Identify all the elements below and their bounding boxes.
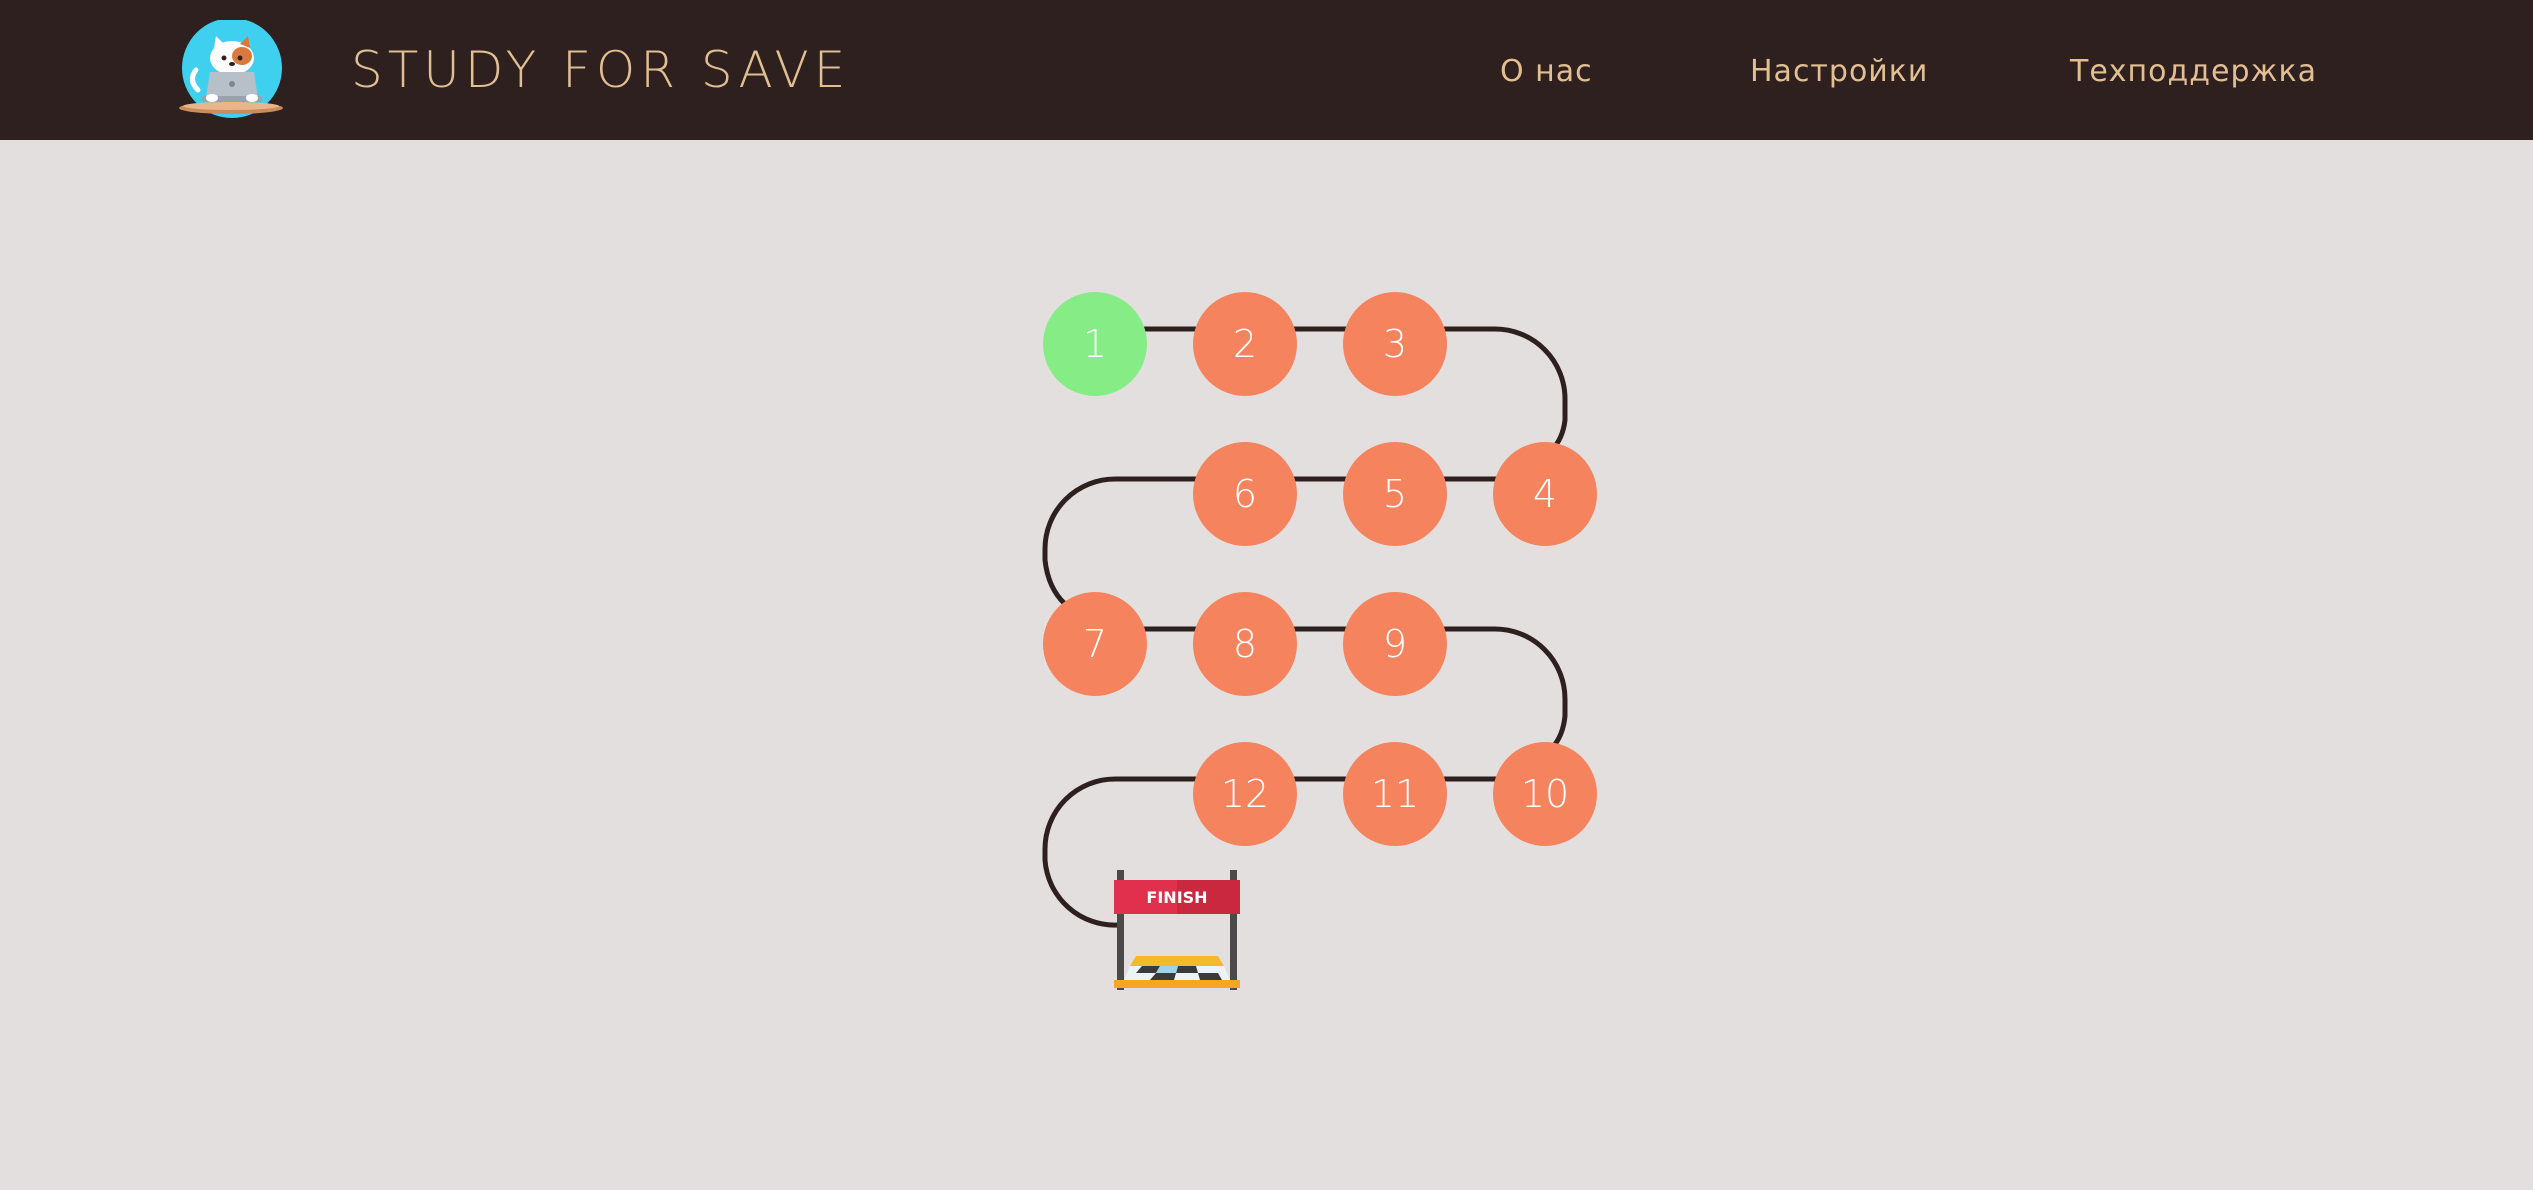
finish-label: FINISH	[1146, 888, 1207, 907]
level-node[interactable]: 1	[1043, 292, 1147, 396]
level-node[interactable]: 6	[1193, 442, 1297, 546]
level-node[interactable]: 10	[1493, 742, 1597, 846]
finish-gate[interactable]: FINISH	[1114, 870, 1240, 990]
level-number: 11	[1371, 772, 1419, 816]
level-node[interactable]: 7	[1043, 592, 1147, 696]
level-number: 7	[1083, 622, 1107, 666]
level-number: 12	[1221, 772, 1269, 816]
finish-base	[1114, 980, 1240, 988]
finish-step	[1130, 956, 1224, 966]
level-node[interactable]: 5	[1343, 442, 1447, 546]
level-number: 4	[1533, 472, 1557, 516]
level-node[interactable]: 2	[1193, 292, 1297, 396]
app-root: STUDY FOR SAVE О нас Настройки Техподдер…	[0, 0, 2533, 1190]
level-node[interactable]: 8	[1193, 592, 1297, 696]
level-node[interactable]: 11	[1343, 742, 1447, 846]
level-map: 1 2 34567 8 9101112 FINISH	[1042, 292, 1597, 990]
level-node[interactable]: 9	[1343, 592, 1447, 696]
level-node[interactable]: 12	[1193, 742, 1297, 846]
level-number: 5	[1383, 472, 1407, 516]
level-number: 2	[1233, 322, 1257, 366]
level-number: 6	[1233, 472, 1257, 516]
level-number: 1	[1083, 322, 1107, 366]
finish-check	[1198, 973, 1222, 980]
finish-check	[1176, 966, 1198, 973]
level-number: 8	[1233, 622, 1257, 666]
level-node[interactable]: 4	[1493, 442, 1597, 546]
level-number: 3	[1383, 322, 1407, 366]
level-node[interactable]: 3	[1343, 292, 1447, 396]
level-number: 9	[1383, 622, 1407, 666]
levels-layer: 1 2 34567 8 9101112	[1043, 292, 1597, 846]
level-number: 10	[1521, 772, 1569, 816]
